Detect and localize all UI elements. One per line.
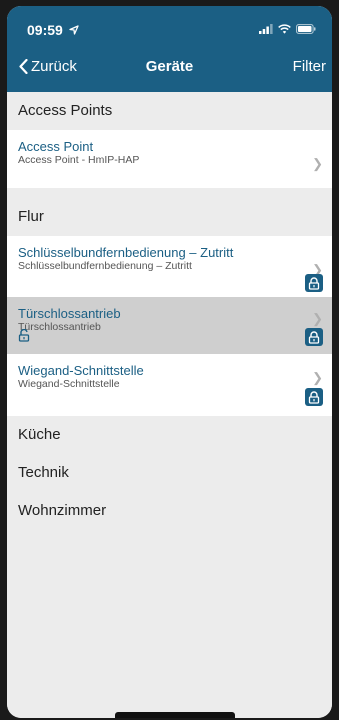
lock-icon [305,274,323,292]
chevron-right-icon: ❯ [312,311,323,326]
battery-icon [296,24,316,34]
device-list: Access Points Access Point Access Point … [7,92,332,718]
device-subtitle: Wiegand-Schnittstelle [18,378,120,390]
lock-icon [305,328,323,346]
device-name: Türschlossantrieb [18,306,121,321]
device-row-wiegand[interactable]: Wiegand-Schnittstelle Wiegand-Schnittste… [7,354,332,416]
filter-button[interactable]: Filter [293,58,326,75]
status-time: 09:59 [27,22,79,38]
top-bar: 09:59 Zurück Geräte Filter [7,6,332,92]
device-subtitle: Access Point - HmIP-HAP [18,154,140,166]
section-header-wohnzimmer[interactable]: Wohnzimmer [7,492,332,530]
phone-screen: 09:59 Zurück Geräte Filter Access Points… [7,6,332,718]
section-header-flur: Flur [7,198,332,236]
chevron-left-icon [19,59,28,74]
lock-icon [305,388,323,406]
device-row-schluesselbund[interactable]: Schlüsselbundfernbedienung – Zutritt Sch… [7,236,332,297]
home-indicator [115,712,235,718]
device-row-tuerschlossantrieb[interactable]: Türschlossantrieb Türschlossantrieb ❯ [7,297,332,354]
wifi-icon [278,24,291,34]
status-time-text: 09:59 [27,22,63,38]
navigation-bar: Zurück Geräte Filter [7,50,332,86]
status-bar: 09:59 [7,6,332,46]
device-subtitle: Schlüsselbundfernbedienung – Zutritt [18,260,192,272]
back-button[interactable]: Zurück [19,58,77,75]
back-label: Zurück [31,58,77,75]
device-subtitle: Türschlossantrieb [18,321,101,333]
status-icons [259,24,316,34]
section-header-kueche[interactable]: Küche [7,416,332,454]
chevron-right-icon: ❯ [312,156,323,171]
location-arrow-icon [69,25,79,35]
device-row-access-point[interactable]: Access Point Access Point - HmIP-HAP ❯ [7,130,332,188]
device-name: Schlüsselbundfernbedienung – Zutritt [18,245,234,260]
signal-icon [259,24,273,34]
unlock-icon [18,328,30,347]
device-name: Access Point [18,139,94,154]
device-name: Wiegand-Schnittstelle [18,363,144,378]
chevron-right-icon: ❯ [312,370,323,385]
section-header-access-points: Access Points [7,92,332,130]
section-header-technik[interactable]: Technik [7,454,332,492]
